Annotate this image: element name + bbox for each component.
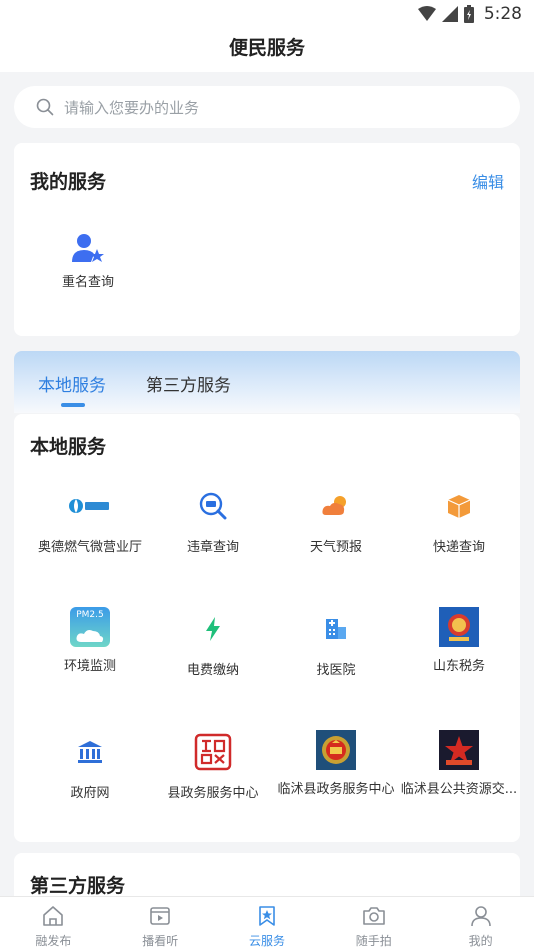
camera-icon [362, 907, 385, 925]
service-label: 电费缴纳 [186, 663, 239, 678]
nav-item-watch-listen[interactable]: 播看听 [107, 897, 214, 950]
page-title: 便民服务 [228, 37, 305, 59]
pm25-label: PM2.5 [76, 610, 104, 620]
service-item-linshu-public-resources[interactable]: 临沭县公共资源交... [397, 730, 521, 797]
user-icon [470, 906, 491, 927]
my-services-title: 我的服务 [30, 171, 107, 193]
bookmark-star-icon [259, 906, 275, 926]
service-label: 奥德燃气微营业厅 [37, 540, 142, 555]
tab-local-services[interactable]: 本地服务 [38, 371, 106, 396]
nav-item-release[interactable]: 融发布 [0, 897, 107, 950]
government-building-icon [68, 730, 112, 774]
tax-emblem-icon [439, 607, 479, 647]
search-bar[interactable]: 请输入您要办的业务 [14, 86, 520, 128]
wifi-icon [417, 6, 436, 21]
service-label: 违章查询 [186, 540, 239, 555]
third-party-services-title: 第三方服务 [30, 875, 126, 897]
service-item-electricity[interactable]: 电费缴纳 [151, 607, 275, 678]
search-icon [36, 98, 54, 116]
nav-label: 融发布 [35, 934, 72, 948]
nav-label: 随手拍 [355, 934, 392, 948]
service-item-county-service-center[interactable]: 县政务服务中心 [151, 730, 275, 801]
lightning-icon [191, 607, 235, 651]
weather-icon [314, 484, 358, 528]
service-label: 县政务服务中心 [167, 786, 259, 801]
edit-button[interactable]: 编辑 [472, 169, 504, 193]
nav-item-snapshot[interactable]: 随手拍 [320, 897, 427, 950]
service-label: 天气预报 [309, 540, 362, 555]
nav-item-mine[interactable]: 我的 [427, 897, 534, 950]
status-icons: 5:28 [417, 3, 522, 25]
service-label: 快递查询 [432, 540, 485, 555]
service-item-express[interactable]: 快递查询 [397, 484, 521, 555]
bottom-nav: 融发布 播看听 云服务 随手拍 我的 [0, 896, 534, 950]
service-label: 重名查询 [61, 275, 114, 290]
nav-label: 我的 [468, 934, 493, 948]
status-bar: 5:28 [0, 0, 534, 28]
service-label: 临沭县政务服务中心 [277, 782, 395, 797]
traffic-violation-icon [191, 484, 235, 528]
home-icon [43, 906, 64, 926]
active-tab-indicator [61, 403, 85, 407]
tab-third-party-services[interactable]: 第三方服务 [146, 371, 231, 396]
pm25-cloud-icon: PM2.5 [70, 607, 110, 647]
search-input[interactable]: 请输入您要办的业务 [64, 97, 199, 118]
nav-item-cloud-service[interactable]: 云服务 [214, 897, 321, 950]
service-item-linshu-service-center[interactable]: 临沭县政务服务中心 [274, 730, 398, 797]
service-label: 山东税务 [432, 659, 485, 674]
my-services-card: 我的服务 编辑 重名查询 [14, 143, 520, 336]
service-label: 环境监测 [63, 659, 116, 674]
service-item-hospital[interactable]: 找医院 [274, 607, 398, 678]
service-item-weather[interactable]: 天气预报 [274, 484, 398, 555]
service-item-aode-gas[interactable]: 奥德燃气微营业厅 [28, 484, 152, 555]
local-services-title: 本地服务 [30, 436, 107, 458]
national-emblem-icon [316, 730, 356, 770]
service-tabs: 本地服务 第三方服务 [14, 351, 520, 413]
video-icon [150, 907, 170, 925]
signal-icon [441, 6, 458, 22]
battery-icon [463, 5, 474, 23]
status-time: 5:28 [483, 4, 522, 24]
service-item-environment[interactable]: PM2.5 环境监测 [28, 607, 152, 674]
aode-gas-logo [68, 484, 112, 528]
user-star-icon [72, 234, 104, 262]
seal-stamp-icon [191, 730, 235, 774]
page-header: 便民服务 [0, 28, 534, 72]
service-item-shandong-tax[interactable]: 山东税务 [397, 607, 521, 674]
service-label: 临沭县公共资源交... [400, 782, 518, 797]
service-label: 政府网 [70, 786, 110, 801]
nav-label: 播看听 [142, 934, 179, 948]
service-item-government-web[interactable]: 政府网 [28, 730, 152, 801]
hospital-icon [314, 607, 358, 651]
service-label: 找医院 [316, 663, 356, 678]
package-icon [437, 484, 481, 528]
nav-label: 云服务 [248, 934, 285, 948]
local-services-card: 本地服务 奥德燃气微营业厅 违章查询 天气预报 快递查询 PM2.5 环境监测 … [14, 414, 520, 842]
service-item-traffic-violation[interactable]: 违章查询 [151, 484, 275, 555]
red-star-emblem-icon [439, 730, 479, 770]
service-item-name-query[interactable]: 重名查询 [58, 231, 118, 290]
